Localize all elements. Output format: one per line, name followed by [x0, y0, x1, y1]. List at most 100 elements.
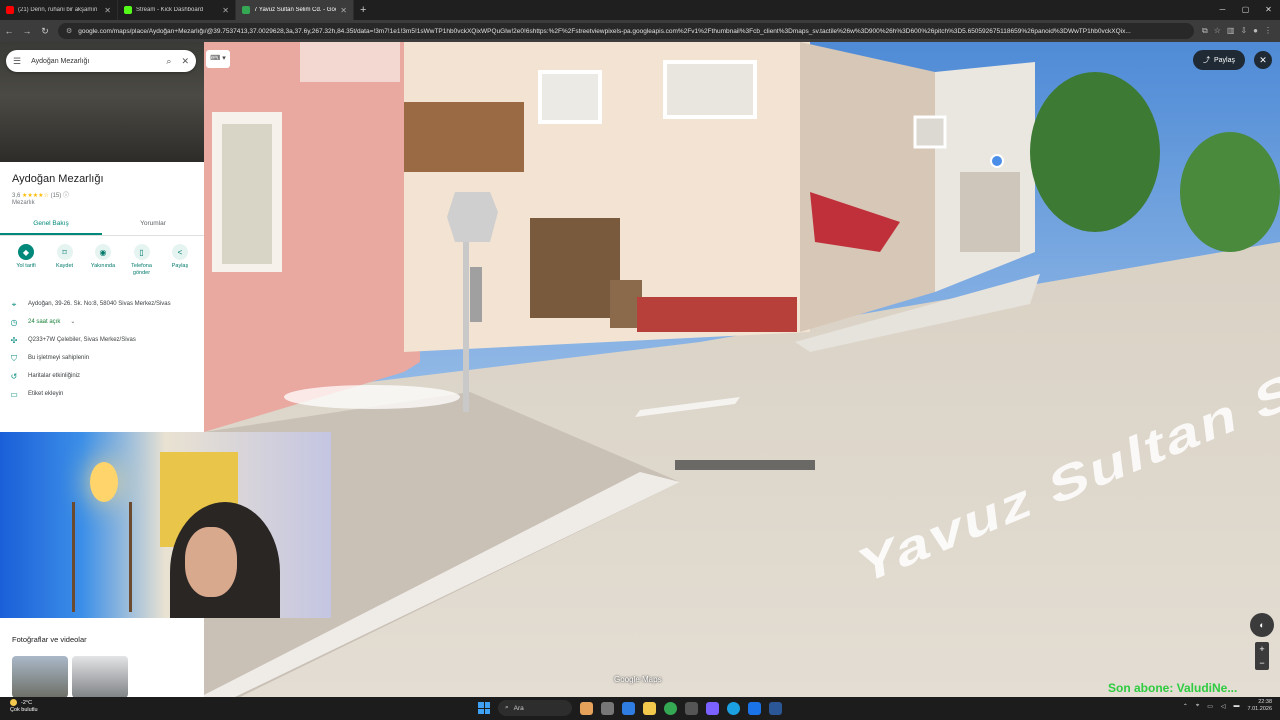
battery-icon[interactable]: ▬ — [1234, 703, 1240, 709]
app-icon[interactable] — [748, 701, 761, 715]
plus-code-row[interactable]: ✣ Q233+7W Çelebiler, Sivas Merkez/Sivas — [10, 336, 200, 345]
photos-heading: Fotoğraflar ve videolar — [12, 635, 87, 644]
app-icon[interactable] — [622, 701, 635, 715]
review-count[interactable]: (15) — [51, 193, 62, 199]
new-tab-icon[interactable]: + — [360, 4, 366, 16]
send-to-phone-button[interactable]: ▯ Telefona gönder — [124, 244, 160, 277]
window-controls: ─ ▢ ✕ — [1211, 0, 1280, 20]
zoom-in-icon[interactable]: + — [1259, 644, 1264, 654]
directions-button[interactable]: ◆ Yol tarifi — [8, 244, 44, 277]
shelf-shape — [72, 502, 132, 612]
label-text: Etiket ekleyin — [28, 391, 64, 397]
place-info-list: ⌖ Aydoğan, 39-26. Sk. No:8, 58040 Sivas M… — [10, 300, 200, 408]
save-button[interactable]: ⌑ Kaydet — [47, 244, 83, 277]
reload-icon[interactable]: ↻ — [36, 26, 54, 37]
subscriber-watermark: Son abone: ValudiNe... — [1108, 681, 1238, 695]
install-icon[interactable]: ⧉ — [1202, 26, 1208, 36]
info-icon[interactable]: ⓘ — [63, 193, 69, 199]
search-icon[interactable]: ⌕ — [166, 56, 171, 67]
google-maps-logo: Google Maps — [614, 675, 662, 684]
label-icon: ▭ — [10, 390, 18, 399]
close-tab-icon[interactable]: ✕ — [340, 6, 347, 15]
forward-icon[interactable]: → — [18, 26, 36, 36]
claim-business-row[interactable]: ⛉ Bu işletmeyi sahiplenin — [10, 354, 200, 363]
location-icon[interactable]: ⌖ — [1196, 703, 1199, 710]
rating-stars: ★★★★☆ — [22, 193, 49, 199]
youtube-icon — [6, 6, 14, 14]
windows-start-icon[interactable] — [478, 702, 490, 714]
tab-kick[interactable]: Stream - Kick Dashboard ✕ — [118, 0, 236, 20]
tab-reviews[interactable]: Yorumlar — [102, 214, 204, 235]
tab-label: 7 Yavuz Sultan Selim Cd. - Goo — [254, 7, 337, 13]
taskbar-search[interactable]: ⌕ Ara — [498, 700, 572, 716]
site-info-icon[interactable]: ⚙ — [66, 27, 72, 35]
app-icon[interactable] — [706, 701, 719, 715]
weather-widget[interactable]: -2°C Çok bulutlu — [10, 699, 38, 714]
search-input[interactable]: Aydoğan Mezarlığı — [31, 58, 156, 65]
place-category[interactable]: Mezarlık — [12, 200, 35, 206]
pegman-icon[interactable]: ◐ — [1250, 613, 1274, 637]
action-buttons: ◆ Yol tarifi ⌑ Kaydet ◉ Yakınında ▯ Tele… — [8, 244, 198, 277]
widget-app-icon[interactable] — [580, 701, 593, 715]
chrome-icon[interactable] — [664, 701, 677, 715]
location-pin-icon: ⌖ — [11, 300, 17, 309]
volume-icon[interactable]: ◁ — [1221, 703, 1226, 710]
system-tray: ⌃ ⌖ ▭ ◁ ▬ 22:38 7.01.2026 — [1183, 699, 1272, 713]
close-window-icon[interactable]: ✕ — [1257, 0, 1280, 20]
clear-search-icon[interactable]: ✕ — [181, 56, 189, 67]
close-tab-icon[interactable]: ✕ — [222, 6, 229, 15]
tab-youtube[interactable]: (21) Derin, ruhani bir akşamın ✕ — [0, 0, 118, 20]
maps-activity-row[interactable]: ↺ Haritalar etkinliğiniz — [10, 372, 200, 381]
url-field[interactable]: ⚙ google.com/maps/place/Aydoğan+Mezarlığ… — [58, 23, 1194, 39]
minimize-icon[interactable]: ─ — [1211, 0, 1234, 20]
weather-temp: -2°C — [21, 699, 33, 706]
chevron-up-icon[interactable]: ⌃ — [1183, 703, 1188, 710]
rating-value: 3,6 — [12, 193, 21, 199]
maximize-icon[interactable]: ▢ — [1234, 0, 1257, 20]
panel-tabs: Genel Bakış Yorumlar — [0, 214, 204, 236]
hamburger-menu-icon[interactable]: ☰ — [13, 56, 21, 67]
activity-text: Haritalar etkinliğiniz — [28, 373, 81, 379]
vscode-icon[interactable] — [769, 701, 782, 715]
photo-thumbnail[interactable] — [72, 656, 128, 698]
webcam-overlay — [0, 432, 331, 618]
clock[interactable]: 22:38 7.01.2026 — [1248, 699, 1272, 713]
share-streetview-button[interactable]: ⤴ Paylaş — [1193, 50, 1245, 70]
weather-icon — [10, 699, 17, 706]
tab-google-maps[interactable]: 7 Yavuz Sultan Selim Cd. - Goo ✕ — [236, 0, 354, 20]
menu-icon[interactable]: ⋮ — [1264, 26, 1272, 36]
bookmark-star-icon[interactable]: ☆ — [1214, 26, 1221, 36]
downloads-icon[interactable]: ⇩ — [1240, 26, 1247, 36]
place-rating: 3,6 ★★★★☆ (15) ⓘ — [12, 190, 69, 199]
sidebar-icon[interactable]: ▥ — [1227, 26, 1235, 36]
zoom-out-icon[interactable]: − — [1259, 658, 1264, 668]
settings-icon[interactable] — [685, 701, 698, 715]
photo-thumbnail[interactable] — [12, 656, 68, 698]
add-label-row[interactable]: ▭ Etiket ekleyin — [10, 390, 200, 399]
chevron-down-icon[interactable]: ⌄ — [70, 318, 75, 327]
close-tab-icon[interactable]: ✕ — [104, 6, 111, 15]
task-view-icon[interactable] — [601, 701, 614, 715]
taskbar-apps: ⌕ Ara — [478, 700, 782, 716]
claim-text: Bu işletmeyi sahiplenin — [28, 355, 90, 361]
plus-code-icon: ✣ — [10, 336, 18, 345]
address-text: Aydoğan, 39-26. Sk. No:8, 58040 Sivas Me… — [28, 301, 171, 307]
lamp-shape — [90, 462, 118, 502]
hours-row[interactable]: ◷ 24 saat açık ⌄ — [10, 318, 200, 327]
close-streetview-button[interactable]: ✕ — [1254, 51, 1272, 69]
edge-icon[interactable] — [727, 701, 740, 715]
phone-icon: ▯ — [133, 244, 150, 260]
nearby-button[interactable]: ◉ Yakınında — [85, 244, 121, 277]
share-button[interactable]: < Paylaş — [162, 244, 198, 277]
file-explorer-icon[interactable] — [643, 701, 656, 715]
address-row[interactable]: ⌖ Aydoğan, 39-26. Sk. No:8, 58040 Sivas M… — [10, 300, 200, 309]
action-label: Yakınında — [90, 263, 116, 269]
network-icon[interactable]: ▭ — [1207, 703, 1213, 710]
tab-overview[interactable]: Genel Bakış — [0, 214, 102, 235]
streetview-marker-icon[interactable] — [990, 154, 1004, 168]
search-box[interactable]: ☰ Aydoğan Mezarlığı ⌕ ✕ — [6, 50, 196, 72]
back-icon[interactable]: ← — [0, 26, 18, 36]
profile-icon[interactable]: ● — [1253, 26, 1258, 36]
keyboard-shortcuts-button[interactable]: ⌨ ▾ — [206, 50, 230, 68]
weather-text: Çok bulutlu — [10, 706, 38, 713]
